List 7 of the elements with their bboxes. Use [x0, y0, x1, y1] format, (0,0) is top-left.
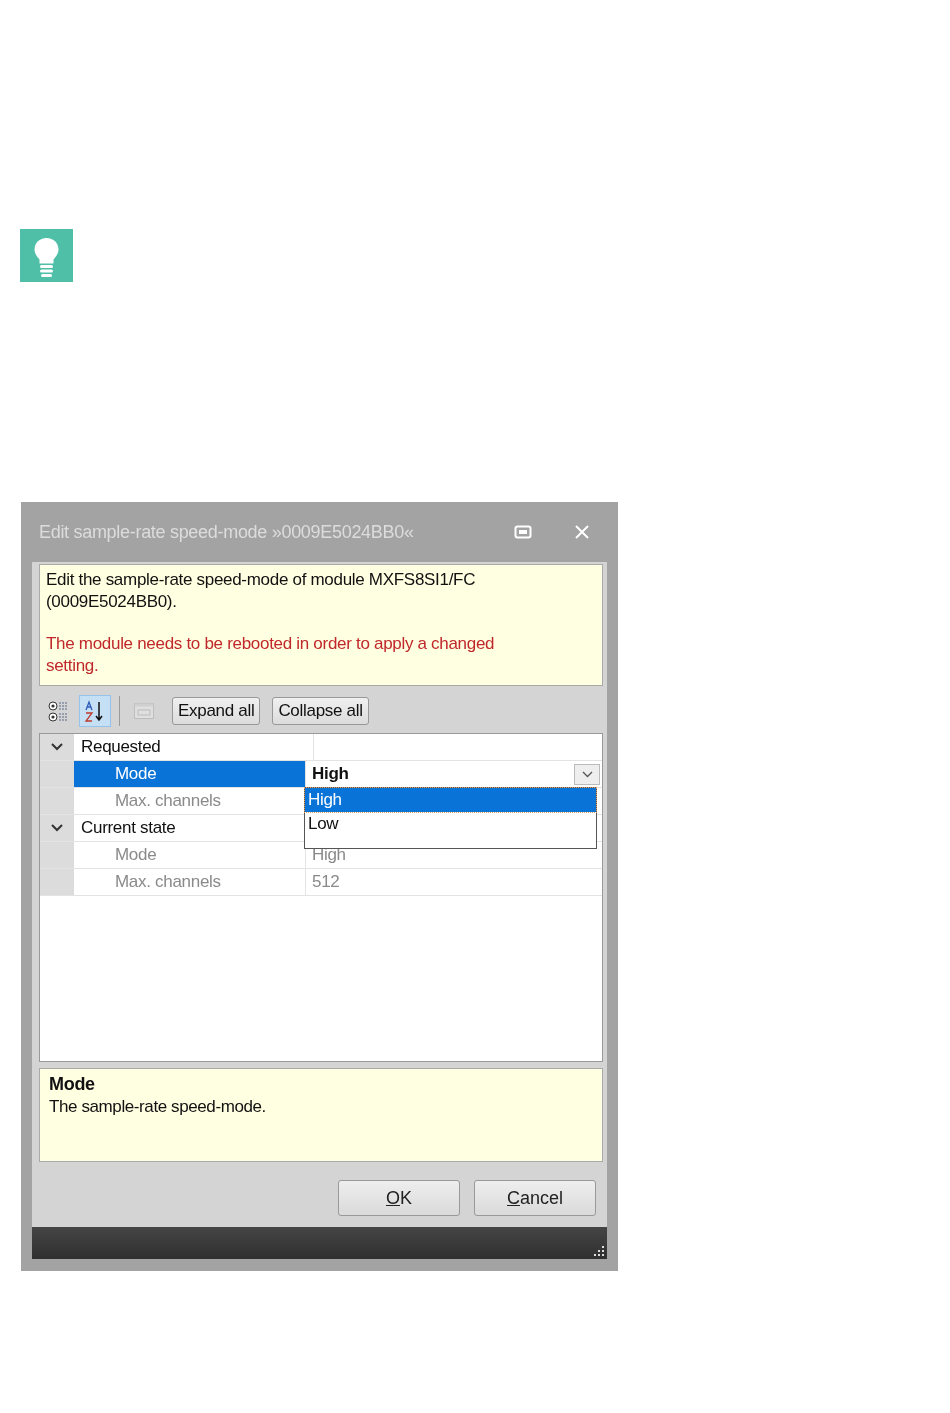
warning-text: The module needs to be rebooted in order to apply a changed setting. — [46, 633, 496, 677]
description-title: Mode — [49, 1074, 96, 1095]
window-title: Edit sample-rate speed-mode »0009E5024BB0« — [39, 521, 414, 543]
info-text: Edit the sample-rate speed-mode of module MXFS8SI1/FC (0009E5024BB0). — [46, 569, 477, 613]
property-value: High — [312, 845, 346, 865]
property-value: 512 — [312, 872, 340, 892]
description-text: The sample-rate speed-mode. — [49, 1097, 267, 1117]
